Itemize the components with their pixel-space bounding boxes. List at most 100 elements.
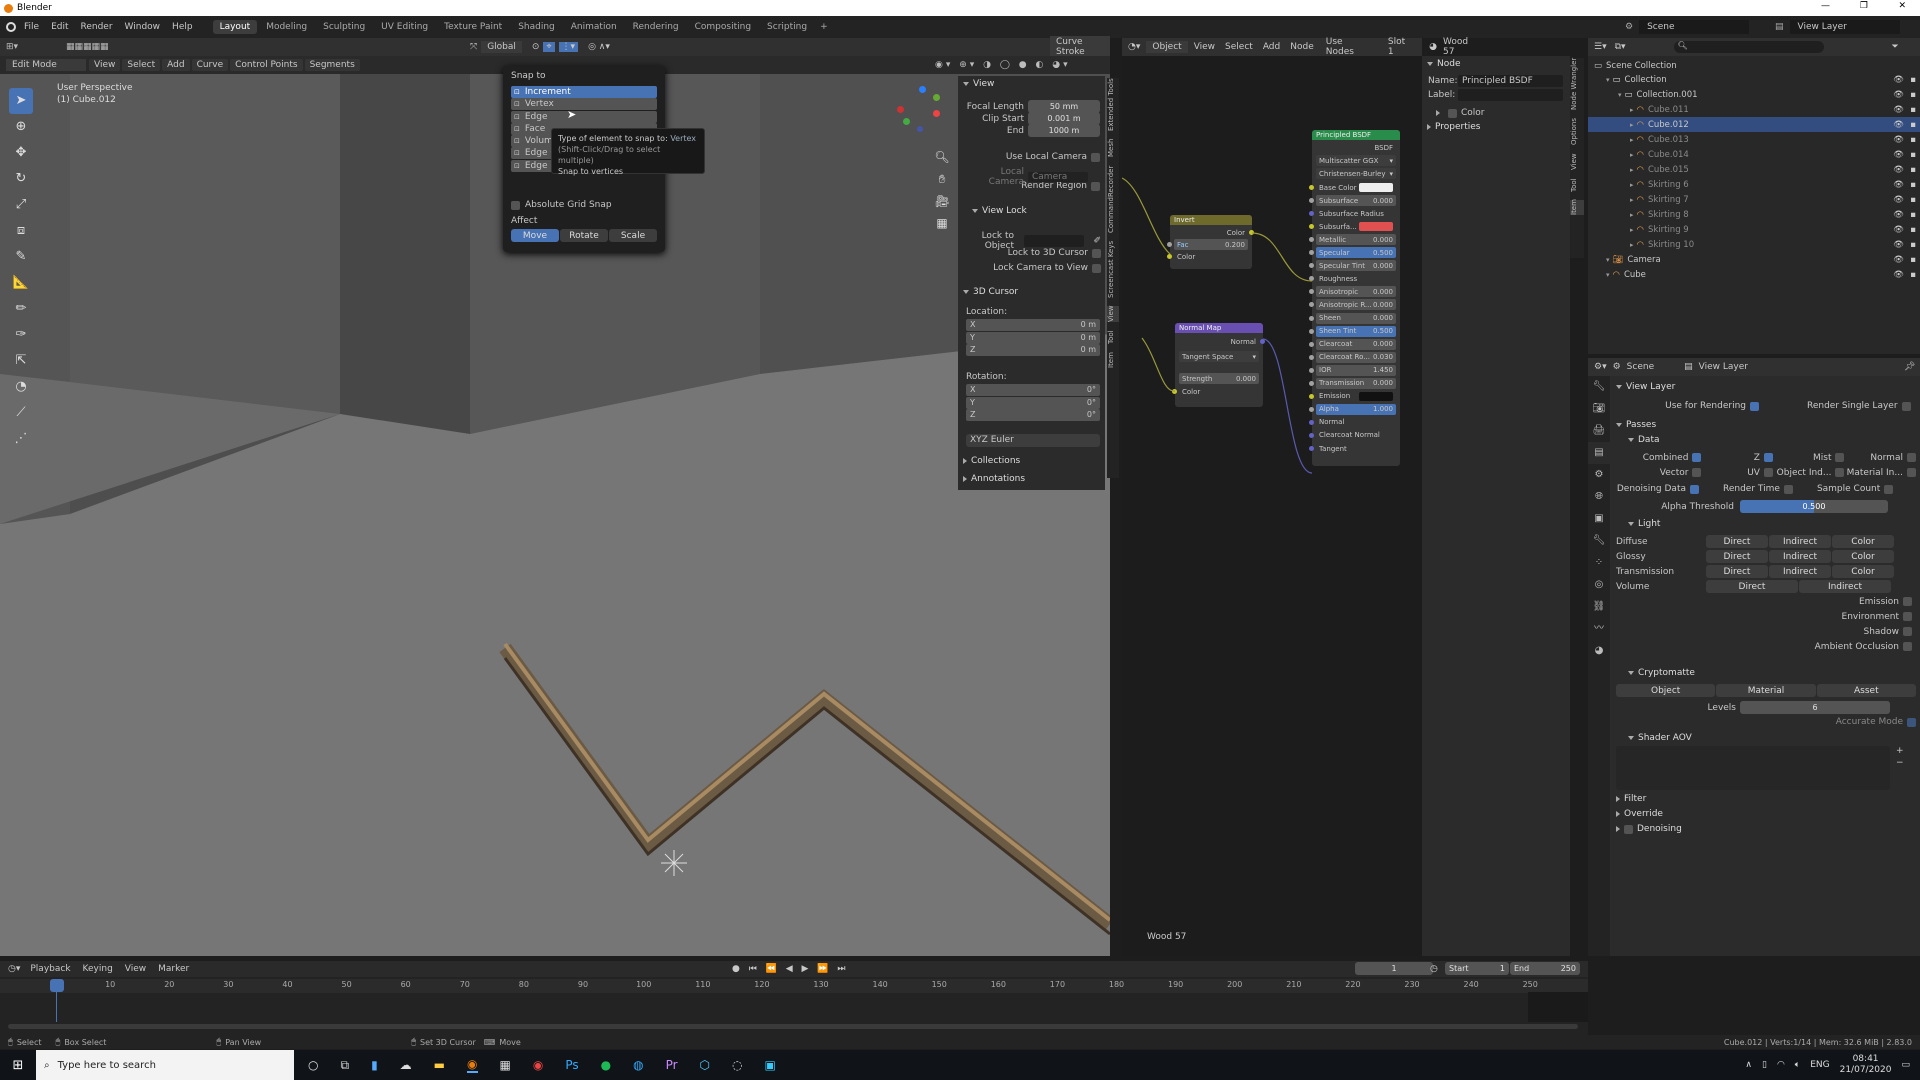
n-tab-extended-tools[interactable]: Extended Tools [1107,78,1119,131]
bsdf-subsurface-input[interactable]: Subsurface 0.000 [1316,195,1396,207]
visibility-eye-icon[interactable]: 👁︎ [1893,180,1904,190]
shader-aov-list[interactable] [1616,746,1890,790]
display-mode-icon[interactable]: ⧉▾ [1615,42,1626,52]
filter-icon[interactable]: ⏷ [1892,42,1899,52]
orientation-dropdown[interactable]: Global [481,41,522,53]
normal-map-node[interactable]: Normal Map Normal Tangent Space ▾ Strengt… [1172,323,1265,407]
app-icon-3[interactable]: ⬡ [700,1058,710,1072]
current-frame-field[interactable]: 1 [1355,962,1433,975]
render-camera-icon[interactable]: ▪ [1910,120,1916,130]
world-tab-icon[interactable]: 🌐︎ [1588,486,1610,508]
node-editor[interactable]: ◔▾ Object View Select Add Node Use Nodes Sl… [1122,37,1468,956]
cryptomatte-material-button[interactable]: Material [1716,684,1816,697]
viewport-menu-select[interactable]: Select [122,59,161,71]
local-camera-field[interactable]: Camera [1028,172,1088,182]
object-ind-pass-checkbox[interactable] [1835,468,1845,477]
bsdf-specular-tint-input[interactable]: Specular Tint 0.000 [1316,260,1396,272]
render-single-checkbox[interactable] [1901,401,1911,411]
n-tab-tool[interactable]: Tool [1107,330,1119,344]
outliner-item-collection-001[interactable]: ▾ ▭ Collection.001 👁︎ ▪ [1588,87,1920,102]
bsdf-clearcoat-ro-input[interactable]: Clearcoat Ro... 0.030 [1316,351,1396,363]
blender-taskbar-icon[interactable]: ◉ [467,1057,478,1073]
radius-tool-icon[interactable]: ◔ [9,374,33,400]
render-tab-icon[interactable]: 📷︎ [1588,398,1610,420]
navigation-gizmo[interactable] [895,86,945,136]
mode-dropdown[interactable]: Edit Mode [6,59,86,71]
location-x-field[interactable]: X0 m [966,319,1100,331]
bsdf-alpha-input[interactable]: Alpha 1.000 [1316,403,1396,415]
bsdf-normal-input[interactable]: Normal [1316,417,1396,428]
view-layer-tab-icon[interactable]: ▤ [1588,442,1610,464]
render-camera-icon[interactable]: ▪ [1910,150,1916,160]
node-editor-type-icon[interactable]: ◔▾ [1128,42,1140,52]
pin-icon[interactable]: 📌︎ [1904,362,1915,372]
render-camera-icon[interactable]: ▪ [1910,195,1916,205]
bsdf-emission-input[interactable]: Emission [1316,391,1396,402]
bsdf-sheen-tint-input[interactable]: Sheen Tint 0.500 [1316,325,1396,337]
scale-tool-icon[interactable]: ⤢ [9,192,33,218]
app-icon-2[interactable]: ☁ [400,1058,412,1072]
bsdf-anisotropic-r-input[interactable]: Anisotropic R... 0.000 [1316,299,1396,311]
vector-pass-checkbox[interactable] [1692,468,1702,477]
render-camera-icon[interactable]: ▪ [1910,240,1916,250]
shadow-checkbox[interactable] [1903,627,1912,636]
outliner-item-collection[interactable]: ▾ ▭ Collection 👁︎ ▪ [1588,72,1920,87]
workspace-tab-texture-paint[interactable]: Texture Paint [437,20,509,34]
outliner-item-camera[interactable]: ▾ 📷︎ Camera 👁︎ ▪ [1588,252,1920,267]
remove-aov-icon[interactable]: − [1896,758,1904,768]
node-color-checkbox[interactable] [1448,108,1457,118]
volume-indirect-button[interactable]: Indirect [1799,580,1891,593]
timeline-menu-keying[interactable]: Keying [83,964,113,974]
bsdf-ior-input[interactable]: IOR 1.450 [1316,364,1396,376]
diffuse-indirect-button[interactable]: Indirect [1769,535,1831,548]
bsdf-transmission-input[interactable]: Transmission 0.000 [1316,377,1396,389]
premiere-icon[interactable]: Pr [666,1058,678,1072]
normal-pass-checkbox[interactable] [1906,453,1916,462]
visibility-eye-icon[interactable]: 👁︎ [1893,135,1904,145]
workspace-tab-sculpting[interactable]: Sculpting [316,20,372,34]
node-label-field[interactable] [1458,89,1563,101]
calculator-icon[interactable]: ▦ [500,1058,511,1072]
clip-end-field[interactable]: 1000 m [1028,124,1100,137]
use-for-rendering-checkbox[interactable] [1750,401,1759,411]
select-mode-icons[interactable]: ▦▦▦▦▦ [66,42,109,52]
add-workspace-icon[interactable]: + [820,22,828,32]
preview-range-icon[interactable]: ◷ [1430,964,1438,974]
language-indicator[interactable]: ENG [1810,1060,1829,1070]
menu-help[interactable]: Help [172,22,193,32]
rotation-z-field[interactable]: Z 0° [966,409,1100,421]
snap-item-vertex[interactable]: ⊡ Vertex [511,98,657,111]
ao-checkbox[interactable] [1903,642,1912,651]
render-camera-icon[interactable]: ▪ [1910,255,1916,265]
bsdf-subsurfa-input[interactable]: Subsurfa... [1316,221,1396,232]
accurate-mode-checkbox[interactable] [1907,717,1916,727]
render-camera-icon[interactable]: ▪ [1910,165,1916,175]
snap-toggle-icon[interactable]: ⌖ [543,42,555,52]
tool-tab-icon[interactable]: 🔧︎ [1588,376,1610,398]
camera-view-icon[interactable]: 🎥︎ [934,190,950,212]
visibility-eye-icon[interactable]: 👁︎ [1893,150,1904,160]
render-camera-icon[interactable]: ▪ [1910,225,1916,235]
node-tab-node-wrangler[interactable]: Node Wrangler [1570,58,1584,110]
visibility-eye-icon[interactable]: 👁︎ [1893,255,1904,265]
menu-window[interactable]: Window [125,22,161,32]
cursor-tool-icon[interactable]: ⊕ [9,114,33,140]
photoshop-icon[interactable]: Ps [565,1058,578,1072]
annotations-header[interactable]: Annotations [971,474,1025,484]
overlay-icons[interactable]: ◉▾ ⊕▾ ◑ ◯ ● ◐ ◕▾ [935,60,1071,70]
scene-name[interactable]: Scene [1639,20,1750,34]
outliner-item-cube-012[interactable]: ▸ ◠ Cube.012 👁︎ ▪ [1588,117,1920,132]
location-z-field[interactable]: Z0 m [966,344,1100,356]
workspace-tab-animation[interactable]: Animation [564,20,624,34]
workspace-tab-scripting[interactable]: Scripting [760,20,814,34]
viewport-menu-view[interactable]: View [89,59,121,71]
visibility-eye-icon[interactable]: 👁︎ [1893,90,1904,100]
outliner-item-cube-015[interactable]: ▸ ◠ Cube.015 👁︎ ▪ [1588,162,1920,177]
euler-dropdown[interactable]: XYZ Euler [966,434,1100,447]
node-menu-view[interactable]: View [1194,42,1215,52]
visibility-eye-icon[interactable]: 👁︎ [1893,75,1904,85]
zoom-icon[interactable]: 🔍︎ [934,146,950,168]
notifications-icon[interactable]: ▭ [1901,1060,1910,1070]
view-layer-name[interactable]: View Layer [1789,20,1900,34]
denoising-data-checkbox[interactable] [1690,484,1699,494]
